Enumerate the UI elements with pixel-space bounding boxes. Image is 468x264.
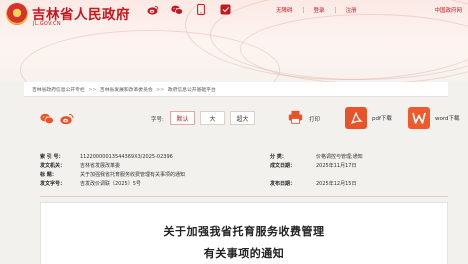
weibo-icon[interactable] xyxy=(147,4,159,15)
national-emblem-icon[interactable] xyxy=(6,3,28,25)
category-label: 分 类： xyxy=(270,154,287,160)
login-link[interactable]: 登录 xyxy=(314,6,325,14)
site-header: 吉林省人民政府 JL.GOV.CN 无障碍 登录 注册 中国政府网 xyxy=(0,0,468,82)
font-size-xlarge-button[interactable]: 超大 xyxy=(230,111,255,125)
document-title-line-2: 有关事项的通知 xyxy=(203,247,285,260)
top-social-icons xyxy=(147,4,231,15)
document-body: 关于加强我省托育服务收费管理 有关事项的通知 xyxy=(40,202,448,264)
breadcrumb-bar: 吉林省政府信息公开专栏 >> 吉林省发展和改革委员会 >> 政府信息公开基础平台 xyxy=(24,82,448,97)
divider xyxy=(302,7,304,13)
publish-date-label: 发布日期： xyxy=(270,181,296,187)
breadcrumb-item[interactable]: 吉林省政府信息公开专栏 xyxy=(32,88,85,93)
app-icon[interactable] xyxy=(219,4,231,15)
article-toolbar: 字号: 默认 大 超大 打印 pdf下载 word下载 xyxy=(40,104,460,134)
breadcrumb-separator: >> xyxy=(156,87,165,93)
print-label: 打印 xyxy=(309,116,321,123)
font-size-default-button[interactable]: 默认 xyxy=(170,111,195,125)
pdf-icon xyxy=(345,107,367,129)
title-value: 关于加强我省托育服务收费管理有关事项的通知 xyxy=(80,172,186,178)
wechat-share-icon[interactable] xyxy=(40,112,54,126)
pdf-download-label: pdf下载 xyxy=(372,116,392,122)
category-value: 价格调控与管理;通知 xyxy=(316,154,363,160)
issuer-label: 发文机关： xyxy=(40,163,66,169)
written-date-label: 成文日期： xyxy=(270,163,296,169)
gov-portal-link[interactable]: 中国政府网 xyxy=(434,6,462,14)
top-links: 无障碍 登录 注册 xyxy=(276,6,357,14)
print-button[interactable]: 打印 xyxy=(288,109,320,128)
word-download-button[interactable]: word下载 xyxy=(408,107,460,129)
index-number-value: 11220000013544369X3/2025-02396 xyxy=(80,154,173,160)
wechat-icon[interactable] xyxy=(171,4,183,15)
word-download-label: word下载 xyxy=(435,116,460,122)
word-icon xyxy=(408,107,430,129)
title-label: 标 题： xyxy=(40,172,57,178)
weibo-share-icon[interactable] xyxy=(60,112,74,126)
share-icons xyxy=(40,112,74,126)
document-title-line-1: 关于加强我省托育服务收费管理 xyxy=(163,225,325,238)
breadcrumb: 吉林省政府信息公开专栏 >> 吉林省发展和改革委员会 >> 政府信息公开基础平台 xyxy=(32,86,216,93)
written-date-value: 2025年11月17日 xyxy=(316,163,357,169)
font-size-large-button[interactable]: 大 xyxy=(200,111,225,125)
breadcrumb-item[interactable]: 政府信息公开基础平台 xyxy=(168,88,216,93)
section-divider xyxy=(40,196,448,197)
font-size-label: 字号: xyxy=(151,117,164,123)
accessibility-link[interactable]: 无障碍 xyxy=(276,6,293,14)
site-title[interactable]: 吉林省人民政府 xyxy=(32,3,130,23)
register-link[interactable]: 注册 xyxy=(346,6,357,14)
breadcrumb-separator: >> xyxy=(88,87,97,93)
divider xyxy=(334,7,336,13)
doc-number-value: 吉发改价调联〔2025〕5号 xyxy=(80,181,141,187)
publish-date-value: 2025年12月15日 xyxy=(316,181,357,187)
mobile-icon[interactable] xyxy=(195,4,207,15)
site-domain: JL.GOV.CN xyxy=(33,21,61,27)
document-metadata: 索 引 号： 11220000013544369X3/2025-02396 分 … xyxy=(24,150,448,194)
index-number-label: 索 引 号： xyxy=(40,154,64,160)
pdf-download-button[interactable]: pdf下载 xyxy=(345,107,392,129)
printer-icon xyxy=(288,109,303,128)
breadcrumb-item[interactable]: 吉林省发展和改革委员会 xyxy=(100,88,153,93)
issuer-value: 吉林省发展改革委 xyxy=(80,163,121,169)
doc-number-label: 发文字号： xyxy=(40,181,66,187)
